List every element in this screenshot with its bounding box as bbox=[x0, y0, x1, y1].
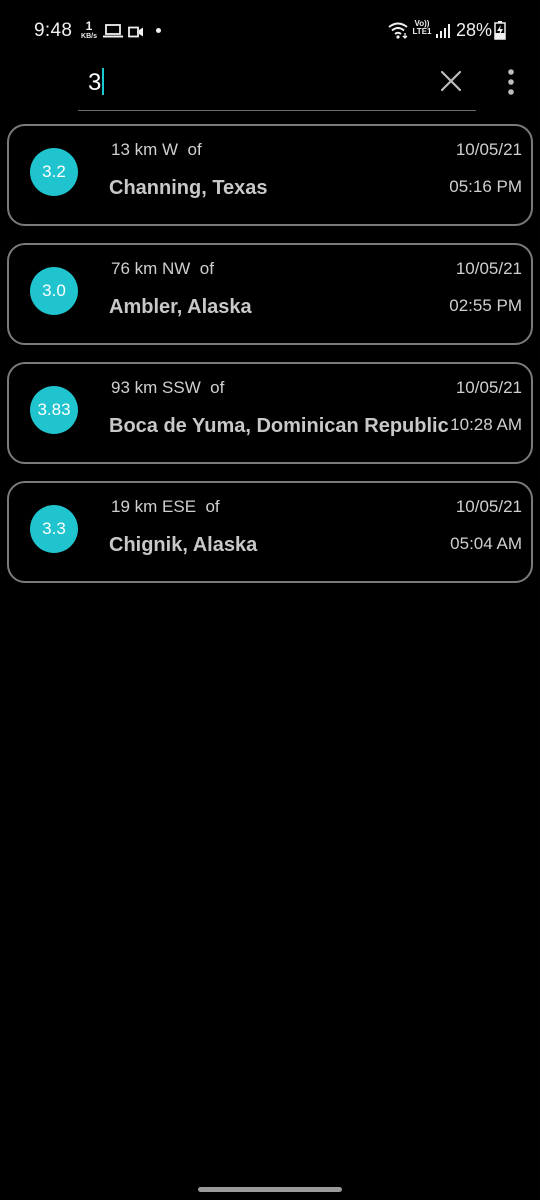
search-input[interactable]: 3 bbox=[78, 62, 476, 111]
text-cursor bbox=[102, 68, 105, 95]
location-primary: Boca de Yuma, Dominican Republic bbox=[109, 415, 449, 437]
status-bar: 9:48 1 KB/s Vo)) LTE1 28% bbox=[0, 0, 540, 62]
more-vert-icon[interactable] bbox=[507, 69, 515, 95]
search-query[interactable]: 3 bbox=[88, 69, 101, 96]
magnitude-badge: 3.83 bbox=[30, 386, 78, 434]
battery-percent: 28% bbox=[456, 20, 493, 40]
video-camera-icon bbox=[128, 25, 144, 43]
location-primary: Channing, Texas bbox=[109, 177, 268, 199]
more-options-button[interactable] bbox=[497, 64, 525, 100]
quake-date: 10/05/21 bbox=[455, 259, 522, 278]
close-icon[interactable] bbox=[440, 70, 462, 92]
magnitude-badge: 3.0 bbox=[30, 267, 78, 315]
wifi-icon bbox=[388, 21, 410, 44]
status-time: 9:48 bbox=[34, 20, 73, 41]
network-speed: 1 KB/s bbox=[78, 20, 100, 40]
search-bar: 3 bbox=[0, 62, 540, 118]
lte-label: LTE1 bbox=[412, 27, 432, 36]
location-offset: 76 km NW of bbox=[111, 259, 214, 278]
search-input-text[interactable]: 3 bbox=[88, 68, 105, 97]
battery-charging-icon bbox=[494, 21, 506, 45]
earthquake-card[interactable]: 3.83 93 km SSW of Boca de Yuma, Dominica… bbox=[7, 362, 533, 464]
magnitude-badge: 3.3 bbox=[30, 505, 78, 553]
network-speed-value: 1 bbox=[85, 19, 93, 33]
location-primary: Ambler, Alaska bbox=[109, 296, 252, 318]
notification-dot-icon bbox=[156, 28, 161, 33]
network-speed-unit: KB/s bbox=[81, 33, 97, 40]
quake-date: 10/05/21 bbox=[455, 378, 522, 397]
laptop-icon bbox=[103, 24, 123, 43]
location-offset: 19 km ESE of bbox=[111, 497, 220, 516]
volte-lte-icon: Vo)) LTE1 bbox=[411, 20, 433, 36]
earthquake-card[interactable]: 3.2 13 km W of Channing, Texas 10/05/21 … bbox=[7, 124, 533, 226]
home-gesture-bar[interactable] bbox=[198, 1187, 342, 1192]
earthquake-list: 3.2 13 km W of Channing, Texas 10/05/21 … bbox=[7, 124, 533, 600]
earthquake-card[interactable]: 3.3 19 km ESE of Chignik, Alaska 10/05/2… bbox=[7, 481, 533, 583]
quake-time: 10:28 AM bbox=[450, 415, 522, 434]
quake-time: 05:04 AM bbox=[450, 534, 522, 553]
quake-date: 10/05/21 bbox=[455, 140, 522, 159]
location-primary: Chignik, Alaska bbox=[109, 534, 258, 556]
quake-date: 10/05/21 bbox=[455, 497, 522, 516]
clear-search-button[interactable] bbox=[434, 64, 468, 98]
location-offset: 93 km SSW of bbox=[111, 378, 225, 397]
magnitude-badge: 3.2 bbox=[30, 148, 78, 196]
earthquake-card[interactable]: 3.0 76 km NW of Ambler, Alaska 10/05/21 … bbox=[7, 243, 533, 345]
signal-icon bbox=[435, 23, 451, 44]
quake-time: 05:16 PM bbox=[449, 177, 522, 196]
location-offset: 13 km W of bbox=[111, 140, 202, 159]
quake-time: 02:55 PM bbox=[449, 296, 522, 315]
